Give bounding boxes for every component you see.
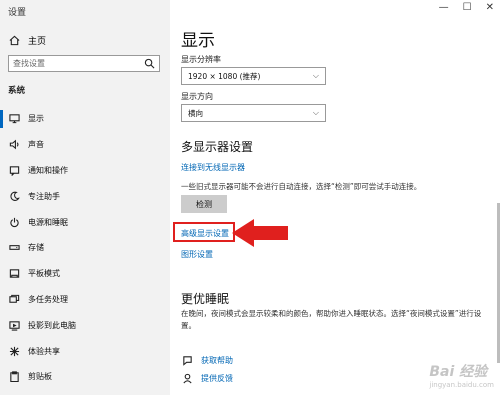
sidebar-item-sound[interactable]: 声音 [0,132,170,158]
sidebar-item-label: 电源和睡眠 [28,217,68,227]
clipboard-icon [8,371,20,383]
home-icon [8,35,20,47]
power-icon [8,216,20,228]
chevron-down-icon: ⌵ [312,71,319,80]
feedback-icon [181,372,193,384]
watermark: Bai 经验 jingyan.baidu.com [429,361,494,389]
minimize-button[interactable]: — [439,2,449,13]
search-icon[interactable] [143,58,155,70]
search-input[interactable]: 查找设置 [8,55,160,72]
get-help-link[interactable]: 获取帮助 [181,354,233,366]
storage-icon [8,242,20,254]
resolution-label: 显示分辨率 [181,55,221,64]
tablet-icon [8,268,20,280]
sidebar-item-tablet-mode[interactable]: 平板模式 [0,261,170,287]
close-button[interactable]: ✕ [486,2,494,13]
monitor-icon [8,113,20,125]
sidebar-item-notifications[interactable]: 通知和操作 [0,158,170,184]
home-link[interactable]: 主页 [8,34,46,47]
sidebar-item-clipboard[interactable]: 剪贴板 [0,364,170,390]
section-heading-system: 系统 [8,86,26,96]
share-icon [8,345,20,357]
chevron-down-icon: ⌵ [312,108,319,117]
detect-description: 一些旧式显示器可能不会进行自动连接，选择“检测”即可尝试手动连接。 [181,182,422,191]
window-controls: — ☐ ✕ [439,2,494,13]
sidebar-item-label: 剪贴板 [28,372,52,382]
sidebar-item-label: 多任务处理 [28,294,68,304]
sidebar-item-power-sleep[interactable]: 电源和睡眠 [0,209,170,235]
sidebar-item-storage[interactable]: 存储 [0,235,170,261]
sidebar-item-label: 体验共享 [28,346,60,356]
sidebar-nav: 显示 声音 通知和操作 专注助手 电源和睡眠 存储 平板模式 多任务处理 投影到… [0,106,170,390]
help-chat-icon [181,354,193,366]
sidebar-item-label: 存储 [28,243,44,253]
main-content: — ☐ ✕ 显示 显示分辨率 1920 × 1080 (推荐) ⌵ 显示方向 横… [170,0,500,395]
sleep-description: 在晚间，夜间模式会显示较柔和的颜色，帮助你进入睡眠状态。选择“夜间模式设置”进行… [181,309,482,330]
sidebar-item-display[interactable]: 显示 [0,106,170,132]
feedback-label: 提供反馈 [201,373,233,383]
orientation-value: 横向 [188,108,203,118]
resolution-dropdown[interactable]: 1920 × 1080 (推荐) ⌵ [181,67,326,85]
advanced-display-link[interactable]: 高级显示设置 [181,228,229,239]
sidebar: 设置 主页 查找设置 系统 显示 声音 通知和操作 专注助手 电源和睡眠 存储 … [0,0,170,395]
orientation-label: 显示方向 [181,92,213,101]
multi-display-heading: 多显示器设置 [181,140,254,154]
moon-icon [8,190,20,202]
watermark-url: jingyan.baidu.com [429,381,494,389]
graphics-settings-link[interactable]: 图形设置 [181,249,213,260]
get-help-label: 获取帮助 [201,355,233,365]
sidebar-item-shared-experiences[interactable]: 体验共享 [0,338,170,364]
page-title: 显示 [181,31,215,51]
detect-button[interactable]: 检测 [181,195,227,213]
watermark-brand: Bai 经验 [429,364,488,380]
notification-icon [8,164,20,176]
sidebar-item-label: 声音 [28,140,44,150]
sidebar-item-label: 专注助手 [28,191,60,201]
sidebar-item-label: 显示 [28,114,44,124]
sidebar-item-focus-assist[interactable]: 专注助手 [0,183,170,209]
sidebar-item-label: 投影到此电脑 [28,320,76,330]
multitask-icon [8,293,20,305]
sidebar-item-label: 平板模式 [28,269,60,279]
sidebar-item-project[interactable]: 投影到此电脑 [0,312,170,338]
feedback-link[interactable]: 提供反馈 [181,372,233,384]
wireless-display-link[interactable]: 连接到无线显示器 [181,162,245,173]
resolution-value: 1920 × 1080 (推荐) [188,71,261,81]
sleep-heading: 更优睡眠 [181,292,230,306]
sidebar-item-multitasking[interactable]: 多任务处理 [0,287,170,313]
project-icon [8,319,20,331]
home-label: 主页 [28,37,47,47]
window-title: 设置 [8,8,27,18]
sidebar-item-label: 通知和操作 [28,165,68,175]
search-placeholder: 查找设置 [13,59,45,68]
speaker-icon [8,139,20,151]
red-arrow-icon [232,219,288,247]
orientation-dropdown[interactable]: 横向 ⌵ [181,104,326,122]
maximize-button[interactable]: ☐ [463,2,472,13]
